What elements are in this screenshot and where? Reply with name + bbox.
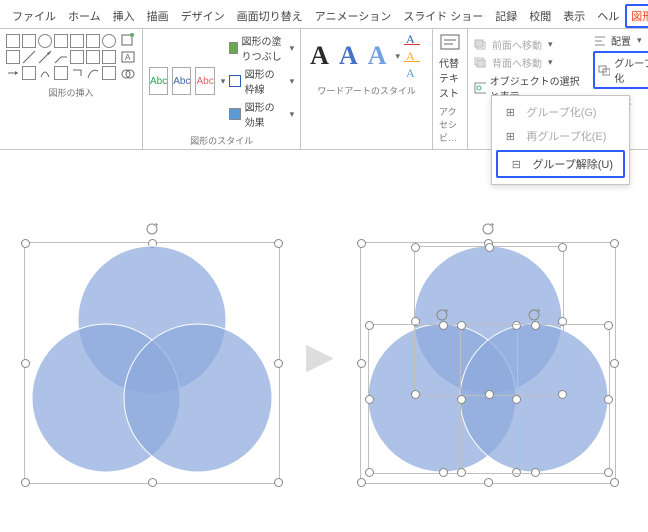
dropdown-group[interactable]: ⊞グループ化(G) xyxy=(492,100,629,124)
group-dropdown: ⊞グループ化(G) ⊞再グループ化(E) ⊟グループ解除(U) xyxy=(491,95,630,185)
style-preset-2[interactable]: Abc xyxy=(172,67,191,95)
merge-shapes-icon xyxy=(120,67,136,81)
group-icon xyxy=(598,64,610,76)
text-effect-button[interactable]: A xyxy=(404,67,426,79)
tab-slideshow[interactable]: スライド ショー xyxy=(397,4,489,28)
bring-forward-button[interactable]: 前面へ移動▾ xyxy=(474,37,589,52)
group-label-style: 図形のスタイル xyxy=(190,132,253,147)
ungroup-icon: ⊟ xyxy=(508,158,524,171)
shape-fill-button[interactable]: 図形の塗りつぶし▾ xyxy=(229,33,294,63)
text-box-icon: A xyxy=(120,50,136,64)
arrow-icon: ▶ xyxy=(306,335,334,377)
text-fill-button[interactable]: A xyxy=(404,33,426,45)
edit-shape-icon xyxy=(120,33,136,47)
canvas-area: ▶ xyxy=(18,222,622,490)
send-backward-button[interactable]: 背面へ移動▾ xyxy=(474,55,589,70)
stage-after[interactable] xyxy=(354,222,622,490)
tab-review[interactable]: 校閲 xyxy=(523,4,557,28)
wordart-gallery-expand-icon[interactable]: ▾ xyxy=(396,51,401,62)
tab-design[interactable]: デザイン xyxy=(175,4,231,28)
style-gallery-expand-icon[interactable]: ▾ xyxy=(221,76,226,87)
style-preset-1[interactable]: Abc xyxy=(149,67,168,95)
tab-help[interactable]: ヘル xyxy=(591,4,625,28)
dropdown-regroup[interactable]: ⊞再グループ化(E) xyxy=(492,124,629,148)
svg-text:A: A xyxy=(125,53,131,62)
regroup-icon: ⊞ xyxy=(502,130,518,143)
selection-pane-icon xyxy=(474,82,486,94)
ribbon-tabs: ファイル ホーム 挿入 描画 デザイン 画面切り替え アニメーション スライド … xyxy=(0,0,648,28)
wordart-preset-3[interactable]: A xyxy=(365,41,390,71)
wordart-preset-2[interactable]: A xyxy=(336,41,361,71)
tab-animation[interactable]: アニメーション xyxy=(309,4,398,28)
shape-outline-button[interactable]: 図形の枠線▾ xyxy=(229,66,294,96)
group-icon: ⊞ xyxy=(502,106,518,119)
text-outline-button[interactable]: A xyxy=(404,50,426,62)
style-preset-3[interactable]: Abc xyxy=(195,67,214,95)
shape-gallery[interactable] xyxy=(6,34,116,80)
wordart-preset-1[interactable]: A xyxy=(307,41,332,71)
dropdown-ungroup[interactable]: ⊟グループ解除(U) xyxy=(496,150,625,178)
alt-text-label: 代替テキスト xyxy=(439,55,461,100)
rotate-handle-icon[interactable] xyxy=(527,308,541,322)
tab-draw[interactable]: 描画 xyxy=(141,4,175,28)
tab-file[interactable]: ファイル xyxy=(6,4,62,28)
svg-text:A: A xyxy=(406,33,415,45)
alt-text-button[interactable]: 代替テキスト xyxy=(439,33,461,100)
group-shapes-insert: A 図形の挿入 xyxy=(0,29,143,149)
group-label-shapes: 図形の挿入 xyxy=(48,84,93,99)
tab-shape-format[interactable]: 図形の書式 xyxy=(625,4,648,28)
sel-circle-right xyxy=(460,324,610,474)
svg-text:A: A xyxy=(406,67,415,79)
shape-effect-button[interactable]: 図形の効果▾ xyxy=(229,99,294,129)
rotate-handle-icon[interactable] xyxy=(435,308,449,322)
align-icon xyxy=(593,35,607,47)
align-button[interactable]: 配置▾ xyxy=(593,33,648,48)
group-label-access: アクセシビ… xyxy=(439,103,461,144)
alt-text-icon xyxy=(439,33,461,53)
tab-transition[interactable]: 画面切り替え xyxy=(231,4,309,28)
tab-home[interactable]: ホーム xyxy=(62,4,107,28)
tab-insert[interactable]: 挿入 xyxy=(107,4,141,28)
group-label-wordart: ワードアートのスタイル xyxy=(317,82,415,97)
bring-forward-icon xyxy=(474,39,488,51)
svg-text:A: A xyxy=(406,50,415,62)
group-wordart: A A A ▾ A A A ワードアートのスタイル xyxy=(301,29,433,149)
stage-before[interactable] xyxy=(18,222,286,490)
tab-view[interactable]: 表示 xyxy=(557,4,591,28)
send-backward-icon xyxy=(474,57,488,69)
group-button[interactable]: グループ化▾ xyxy=(593,51,648,89)
tab-record[interactable]: 記録 xyxy=(489,4,523,28)
rotate-handle-icon[interactable] xyxy=(481,222,495,236)
group-accessibility: 代替テキスト アクセシビ… xyxy=(433,29,468,149)
group-shape-styles: Abc Abc Abc ▾ 図形の塗りつぶし▾ 図形の枠線▾ 図形の効果▾ 図形… xyxy=(143,29,301,149)
venn-grouped xyxy=(18,222,286,490)
shape-tools[interactable]: A xyxy=(120,33,136,81)
